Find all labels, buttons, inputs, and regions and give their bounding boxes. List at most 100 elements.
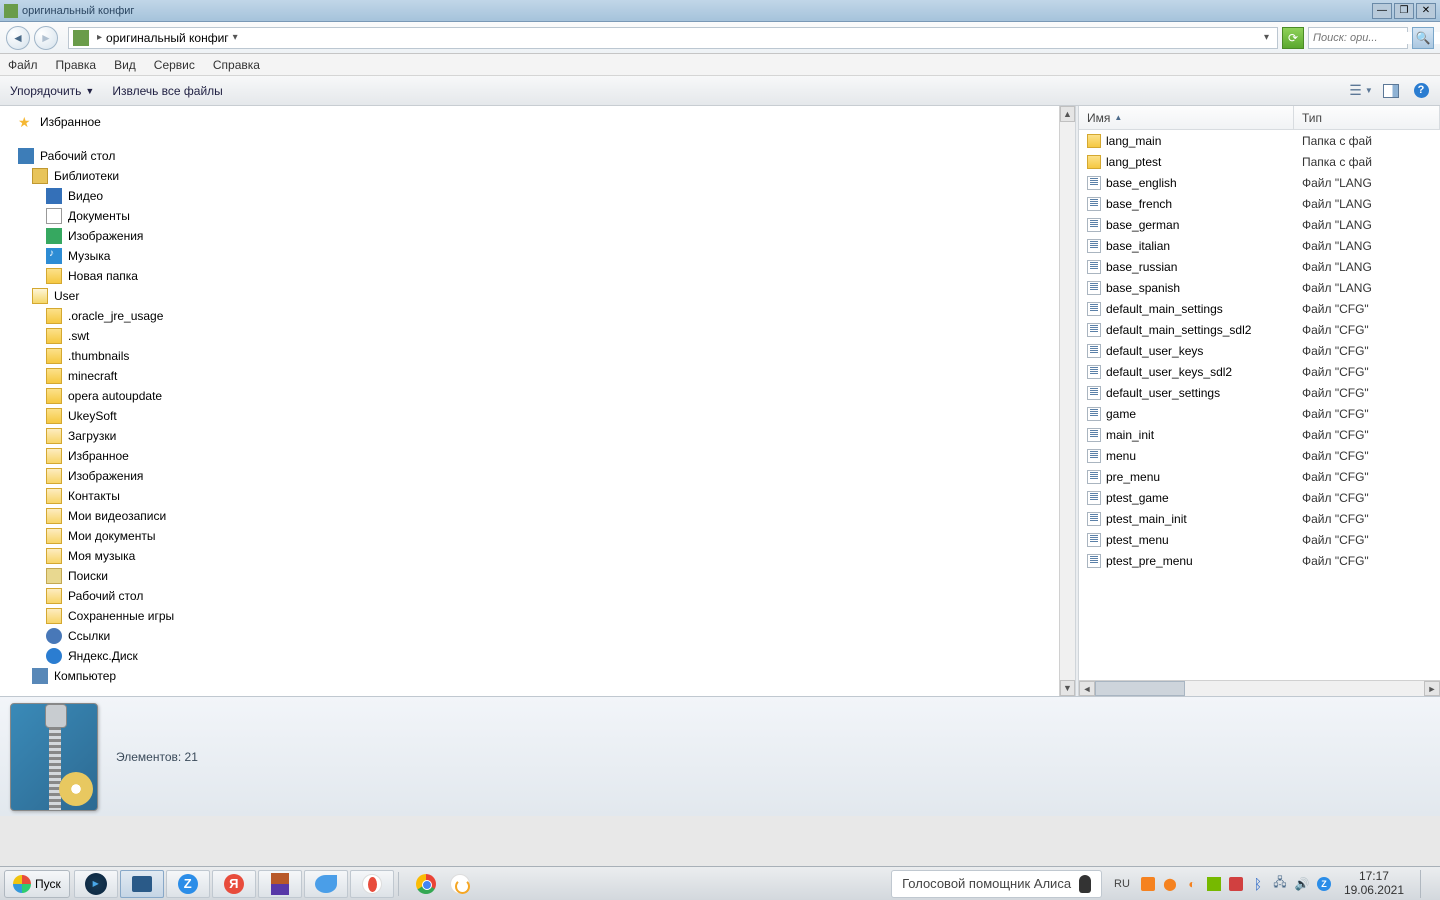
file-row[interactable]: main_initФайл "CFG" [1079, 424, 1440, 445]
tree-searches[interactable]: Поиски [0, 566, 1075, 586]
taskbar-zona[interactable]: Z [166, 870, 210, 898]
taskbar-chrome[interactable] [410, 870, 442, 898]
tree-swt[interactable]: .swt [0, 326, 1075, 346]
tree-yandexdisk[interactable]: Яндекс.Диск [0, 646, 1075, 666]
scroll-track[interactable] [1095, 681, 1424, 696]
tree-minecraft[interactable]: minecraft [0, 366, 1075, 386]
tree-newfolder[interactable]: Новая папка [0, 266, 1075, 286]
file-row[interactable]: gameФайл "CFG" [1079, 403, 1440, 424]
maximize-button[interactable]: ❐ [1394, 3, 1414, 19]
menu-help[interactable]: Справка [213, 58, 260, 72]
tree-mydocs[interactable]: Мои документы [0, 526, 1075, 546]
search-button[interactable]: 🔍 [1412, 27, 1434, 49]
forward-button[interactable]: ► [34, 26, 58, 50]
file-row[interactable]: base_germanФайл "LANG [1079, 214, 1440, 235]
tray-ok-icon[interactable] [1140, 876, 1156, 892]
refresh-button[interactable]: ⟳ [1282, 27, 1304, 49]
tree-mymusic[interactable]: Моя музыка [0, 546, 1075, 566]
help-button[interactable]: ? [1412, 82, 1430, 100]
close-button[interactable]: ✕ [1416, 3, 1436, 19]
organize-button[interactable]: Упорядочить ▼ [10, 84, 94, 98]
tree-links[interactable]: Ссылки [0, 626, 1075, 646]
file-row[interactable]: default_main_settingsФайл "CFG" [1079, 298, 1440, 319]
minimize-button[interactable]: — [1372, 3, 1392, 19]
tree-user[interactable]: User [0, 286, 1075, 306]
tree-video[interactable]: Видео [0, 186, 1075, 206]
tree-ukeysoft[interactable]: UkeySoft [0, 406, 1075, 426]
file-row[interactable]: base_englishФайл "LANG [1079, 172, 1440, 193]
menu-edit[interactable]: Правка [56, 58, 97, 72]
tree-thumbnails[interactable]: .thumbnails [0, 346, 1075, 366]
tree-favorites[interactable]: ★Избранное [0, 112, 1075, 132]
column-header-type[interactable]: Тип [1294, 106, 1440, 129]
tree-computer[interactable]: Компьютер [0, 666, 1075, 686]
taskbar-winrar[interactable] [258, 870, 302, 898]
tree-opera[interactable]: opera autoupdate [0, 386, 1075, 406]
scroll-down-button[interactable]: ▼ [1060, 680, 1075, 696]
file-row[interactable]: menuФайл "CFG" [1079, 445, 1440, 466]
taskbar-opera[interactable] [350, 870, 394, 898]
tray-nvidia-icon[interactable] [1206, 876, 1222, 892]
tree-documents[interactable]: Документы [0, 206, 1075, 226]
file-row[interactable]: pre_menuФайл "CFG" [1079, 466, 1440, 487]
history-dropdown-icon[interactable]: ▾ [1264, 32, 1269, 43]
tree-savedgames[interactable]: Сохраненные игры [0, 606, 1075, 626]
preview-pane-button[interactable] [1382, 82, 1400, 100]
horizontal-scrollbar[interactable]: ◄ ► [1079, 680, 1440, 696]
view-mode-button[interactable]: ☰▼ [1352, 82, 1370, 100]
file-row[interactable]: default_main_settings_sdl2Файл "CFG" [1079, 319, 1440, 340]
file-row[interactable]: default_user_settingsФайл "CFG" [1079, 382, 1440, 403]
tray-network-icon[interactable]: 🖧 [1272, 876, 1288, 892]
tray-av-icon[interactable]: ⬤ [1162, 876, 1178, 892]
menu-service[interactable]: Сервис [154, 58, 195, 72]
scroll-thumb[interactable] [1060, 122, 1075, 680]
file-row[interactable]: ptest_pre_menuФайл "CFG" [1079, 550, 1440, 571]
file-row[interactable]: default_user_keysФайл "CFG" [1079, 340, 1440, 361]
tray-sound-icon[interactable]: 🔊 [1294, 876, 1310, 892]
language-indicator[interactable]: RU [1110, 878, 1134, 890]
chevron-down-icon[interactable]: ▾ [233, 32, 238, 43]
taskbar-wmp[interactable] [74, 870, 118, 898]
tray-punto-icon[interactable] [1228, 876, 1244, 892]
tree-music[interactable]: Музыка [0, 246, 1075, 266]
file-row[interactable]: base_russianФайл "LANG [1079, 256, 1440, 277]
extract-all-button[interactable]: Извлечь все файлы [112, 84, 222, 98]
address-bar[interactable]: ▸ оригинальный конфиг ▾ ▾ [68, 27, 1278, 49]
file-row[interactable]: lang_ptestПапка с фай [1079, 151, 1440, 172]
menu-view[interactable]: Вид [114, 58, 136, 72]
file-row[interactable]: base_frenchФайл "LANG [1079, 193, 1440, 214]
taskbar-browser2[interactable] [444, 870, 476, 898]
tray-av2-icon[interactable]: ◐ [1184, 876, 1200, 892]
tree-pictures[interactable]: Изображения [0, 226, 1075, 246]
taskbar-yandex[interactable]: Я [212, 870, 256, 898]
file-row[interactable]: ptest_gameФайл "CFG" [1079, 487, 1440, 508]
taskbar-dolphin[interactable] [304, 870, 348, 898]
tree-desktop2[interactable]: Рабочий стол [0, 586, 1075, 606]
tree-desktop[interactable]: Рабочий стол [0, 146, 1075, 166]
show-desktop-button[interactable] [1420, 870, 1430, 898]
tray-bluetooth-icon[interactable]: ᛒ [1250, 876, 1266, 892]
file-row[interactable]: base_italianФайл "LANG [1079, 235, 1440, 256]
column-header-name[interactable]: Имя ▲ [1079, 106, 1294, 129]
tree-myvideo[interactable]: Мои видеозаписи [0, 506, 1075, 526]
taskbar-explorer[interactable] [120, 870, 164, 898]
file-row[interactable]: lang_mainПапка с фай [1079, 130, 1440, 151]
alice-assistant-box[interactable]: Голосовой помощник Алиса [891, 870, 1102, 898]
tree-pictures2[interactable]: Изображения [0, 466, 1075, 486]
path-segment[interactable]: оригинальный конфиг [106, 31, 229, 45]
tree-oracle[interactable]: .oracle_jre_usage [0, 306, 1075, 326]
scroll-up-button[interactable]: ▲ [1060, 106, 1075, 122]
tray-clock[interactable]: 17:17 19.06.2021 [1338, 870, 1410, 896]
menu-file[interactable]: Файл [8, 58, 38, 72]
start-button[interactable]: Пуск [4, 870, 70, 898]
file-row[interactable]: ptest_menuФайл "CFG" [1079, 529, 1440, 550]
tree-downloads[interactable]: Загрузки [0, 426, 1075, 446]
tray-zona-icon[interactable]: Z [1316, 876, 1332, 892]
scroll-right-button[interactable]: ► [1424, 681, 1440, 696]
search-box[interactable] [1308, 27, 1408, 49]
tree-contacts[interactable]: Контакты [0, 486, 1075, 506]
tree-libraries[interactable]: Библиотеки [0, 166, 1075, 186]
file-row[interactable]: ptest_main_initФайл "CFG" [1079, 508, 1440, 529]
scroll-thumb[interactable] [1095, 681, 1185, 696]
file-row[interactable]: base_spanishФайл "LANG [1079, 277, 1440, 298]
